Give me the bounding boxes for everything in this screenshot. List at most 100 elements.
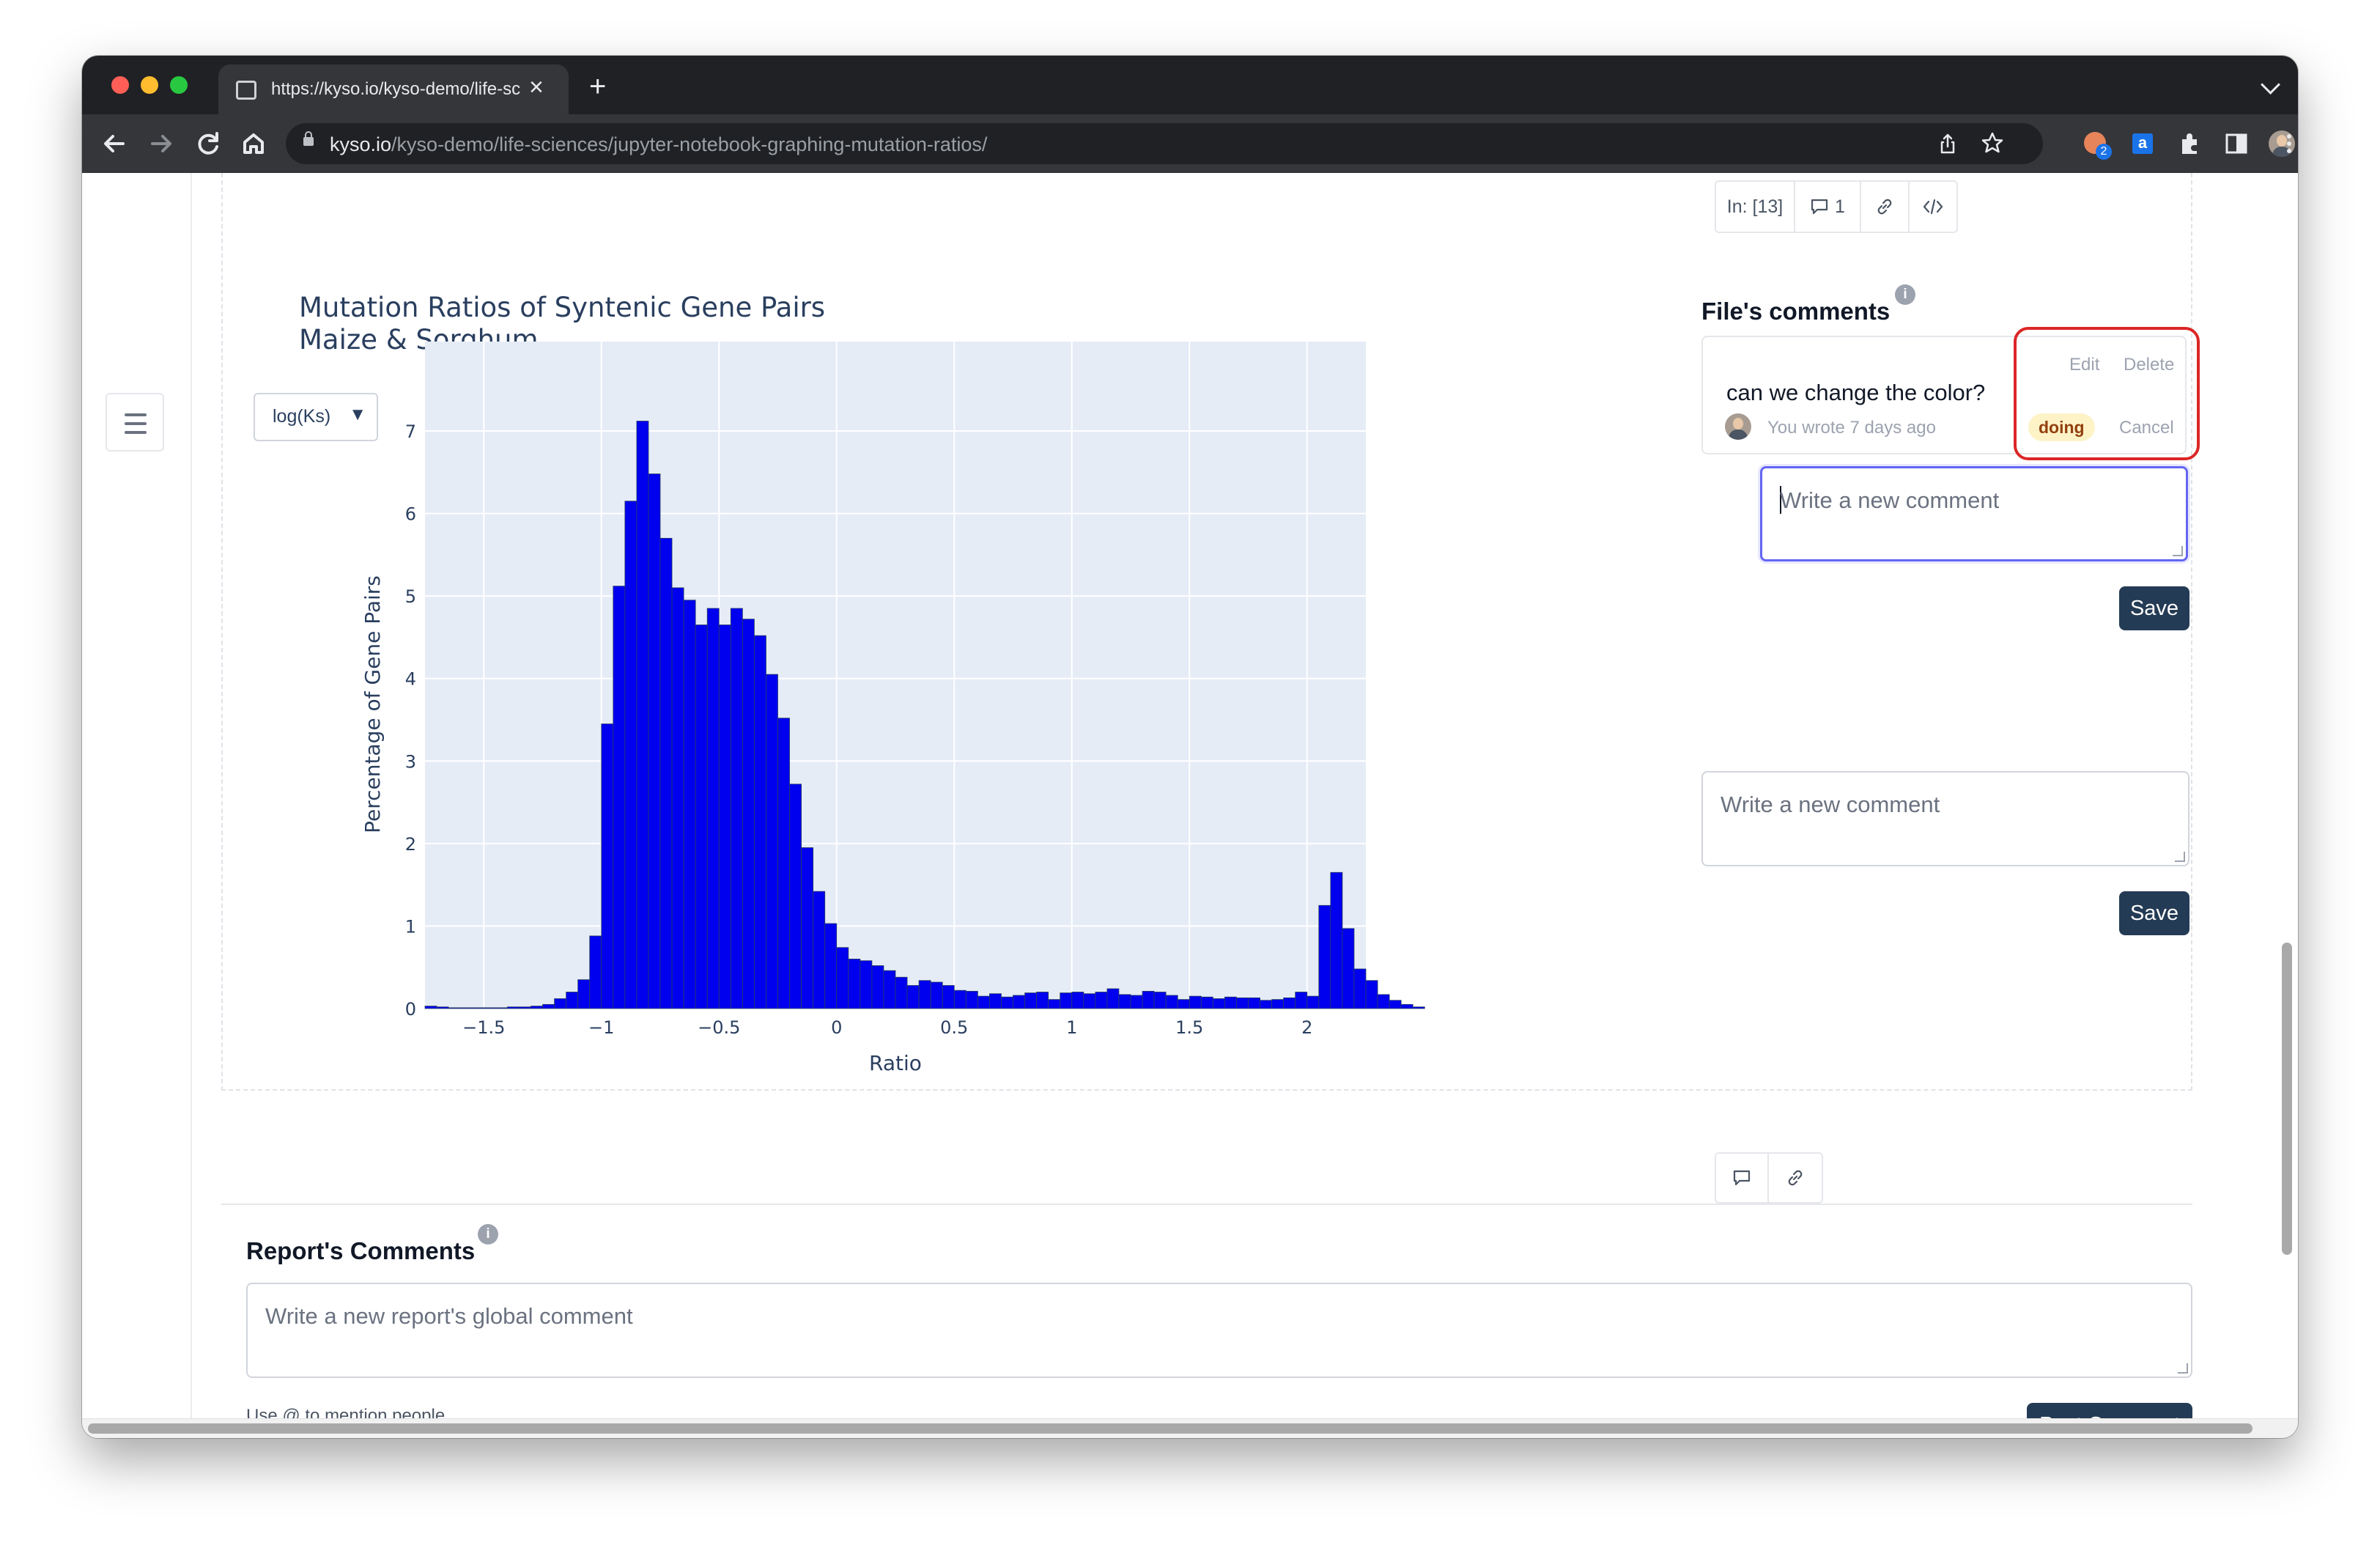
forward-arrow-icon[interactable] [144, 126, 179, 161]
comment-text: can we change the color? [1726, 380, 1986, 405]
horizontal-scrollbar[interactable] [88, 1423, 2252, 1434]
x-tick-label: 1 [1066, 1017, 1077, 1038]
histogram-bar [1271, 999, 1285, 1009]
cell-comments-button[interactable]: 1 [1795, 182, 1861, 232]
histogram-bar [1118, 994, 1131, 1009]
resize-grip-icon[interactable] [2178, 1363, 2188, 1374]
share-icon[interactable] [1936, 132, 1959, 155]
tab-search-chevron-icon[interactable] [2261, 75, 2280, 95]
histogram-bar [577, 979, 591, 1009]
histogram-bar [824, 923, 838, 1009]
cell-code-button[interactable] [1910, 182, 1956, 232]
comment-bubble-icon [1733, 1170, 1751, 1186]
histogram-bar [495, 1007, 508, 1009]
cell-footer-link-button[interactable] [1769, 1154, 1822, 1202]
cell-link-button[interactable] [1861, 182, 1910, 232]
y-tick-label: 1 [405, 916, 416, 937]
histogram-chart: 0 1 2 3 4 5 6 7 −1.5 −1 −0.5 0 0.5 1 1.5 2 Ratio Percen… [361, 342, 1425, 1075]
cell-input-number[interactable]: In: [13] [1716, 182, 1795, 232]
close-window-button[interactable] [111, 76, 129, 94]
info-icon[interactable]: i [478, 1224, 498, 1245]
histogram-bar [1130, 995, 1143, 1009]
y-tick-label: 5 [405, 586, 416, 607]
histogram-bar [1153, 992, 1167, 1009]
tab-title: https://kyso.io/kyso-demo/life-sciences/… [271, 79, 520, 99]
histogram-bar [1001, 996, 1013, 1009]
report-comment-input[interactable]: Write a new report's global comment [246, 1283, 2192, 1378]
side-panel-icon[interactable] [2220, 128, 2252, 160]
chrome-menu-icon[interactable] [2280, 128, 2298, 160]
resize-grip-icon[interactable] [2175, 852, 2185, 862]
address-bar[interactable]: kyso.io/kyso-demo/life-sciences/jupyter-… [286, 123, 2043, 164]
histogram-bar [1330, 871, 1343, 1009]
maximize-window-button[interactable] [170, 76, 188, 94]
histogram-bar [659, 537, 673, 1009]
info-icon[interactable]: i [1895, 284, 1915, 305]
histogram-bar [424, 1006, 437, 1009]
reload-icon[interactable] [191, 126, 226, 161]
histogram-bar [1353, 968, 1367, 1009]
histogram-bar [1036, 992, 1049, 1009]
histogram-bar [754, 635, 766, 1009]
extensions-puzzle-icon[interactable] [2173, 128, 2206, 160]
vertical-scrollbar[interactable] [2282, 943, 2292, 1255]
histogram-bar [801, 847, 814, 1009]
x-tick-label: −1 [588, 1017, 614, 1038]
url-text[interactable]: kyso.io/kyso-demo/life-sciences/jupyter-… [330, 133, 987, 156]
new-tab-icon[interactable]: + [589, 72, 606, 101]
cell-footer-toolbar [1715, 1152, 1823, 1204]
comment-meta: You wrote 7 days ago [1767, 418, 1936, 438]
histogram-bar [1013, 995, 1025, 1009]
save-reply-button[interactable]: Save [2119, 586, 2189, 630]
histogram-bar [1106, 988, 1120, 1009]
extension-badge-count: 2 [2096, 144, 2112, 160]
histogram-bar [906, 985, 920, 1009]
bookmark-star-icon[interactable] [1980, 130, 2005, 155]
reply-comment-input[interactable]: Write a new comment [1760, 466, 2188, 561]
save-file-comment-button[interactable]: Save [2119, 891, 2189, 935]
histogram-bar [1177, 999, 1190, 1009]
new-file-comment-input[interactable]: Write a new comment [1701, 771, 2189, 866]
histogram-bar [1071, 992, 1084, 1009]
histogram-bar [1342, 928, 1355, 1009]
chart-favicon-icon [236, 81, 256, 100]
browser-toolbar: kyso.io/kyso-demo/life-sciences/jupyter-… [82, 114, 2298, 173]
x-tick-label: 2 [1301, 1017, 1312, 1038]
url-host: kyso.io [330, 133, 392, 155]
histogram-bar [789, 784, 802, 1009]
histogram-bar [860, 960, 873, 1009]
histogram-bar [706, 608, 720, 1009]
resize-grip-icon[interactable] [2173, 546, 2183, 556]
cell-footer-comment-button[interactable] [1716, 1154, 1769, 1202]
histogram-bar [1142, 990, 1155, 1009]
report-comments-title: Report's Comments [246, 1237, 476, 1264]
histogram-bar [836, 947, 849, 1009]
histogram-bar [1189, 995, 1202, 1009]
translate-extension-icon[interactable]: a [2126, 128, 2159, 160]
extension-badge-icon[interactable]: 2 [2080, 128, 2112, 160]
back-arrow-icon[interactable] [97, 126, 132, 161]
histogram-bar [613, 586, 626, 1009]
reply-comment-placeholder: Write a new comment [1780, 487, 2000, 513]
histogram-bar [554, 998, 566, 1009]
link-icon [1788, 1170, 1803, 1186]
histogram-bar [742, 619, 755, 1009]
home-icon[interactable] [236, 126, 271, 161]
histogram-bar [942, 985, 955, 1009]
x-axis-label: Ratio [869, 1051, 922, 1075]
histogram-bar [471, 1007, 484, 1009]
y-tick-label: 2 [405, 834, 416, 855]
histogram-bar [930, 981, 943, 1009]
lock-icon[interactable] [303, 131, 314, 146]
histogram-bar [1095, 992, 1108, 1009]
close-tab-icon[interactable]: × [529, 75, 544, 100]
tab-strip: https://kyso.io/kyso-demo/life-sciences/… [82, 56, 2298, 114]
histogram-bar [1260, 1000, 1273, 1009]
section-divider [221, 1204, 2192, 1205]
browser-tab[interactable]: https://kyso.io/kyso-demo/life-sciences/… [218, 64, 569, 114]
histogram-bar [1165, 995, 1178, 1009]
histogram-bar [1400, 1003, 1413, 1009]
horizontal-scrollbar-track [82, 1418, 2298, 1438]
minimize-window-button[interactable] [141, 76, 158, 94]
histogram-bar [1048, 999, 1061, 1009]
